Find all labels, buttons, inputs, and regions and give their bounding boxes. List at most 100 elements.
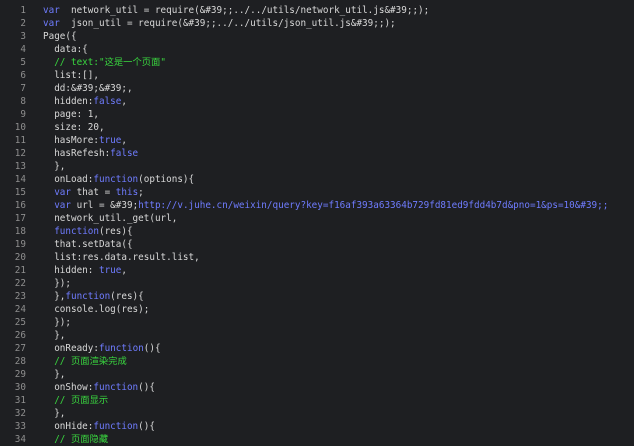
code-line[interactable]: 16 var url = &#39;http://v.juhe.cn/weixi… [0, 199, 634, 212]
code-token: // text:"这是一个页面" [43, 57, 166, 68]
code-line[interactable]: 25 }); [0, 316, 634, 329]
code-token: (options){ [138, 174, 195, 185]
line-number: 3 [20, 31, 26, 42]
line-number: 9 [20, 109, 26, 120]
code-text: Page({ [43, 30, 77, 43]
line-number: 28 [14, 356, 26, 367]
code-token: var [54, 200, 71, 211]
code-token: hidden: [43, 96, 94, 107]
code-line[interactable]: 11 hasMore:true, [0, 134, 634, 147]
code-line[interactable]: 10 size: 20, [0, 121, 634, 134]
line-number: 30 [14, 382, 26, 393]
code-text: that.setData({ [43, 238, 132, 251]
code-token: &#39; [182, 18, 211, 29]
line-number: 33 [14, 421, 26, 432]
code-token: list:[], [43, 70, 99, 81]
line-number: 15 [14, 187, 26, 198]
code-token: (){ [138, 421, 155, 432]
code-token: }, [43, 330, 66, 341]
code-line[interactable]: 2 var json_util = require(&#39;;../../uti… [0, 17, 634, 30]
code-text: onShow:function(){ [43, 381, 155, 394]
line-number: 1 [20, 5, 26, 16]
code-text: onHide:function(){ [43, 420, 155, 433]
code-token: true [98, 265, 122, 276]
code-token: // 页面隐藏 [43, 434, 109, 445]
code-token: dd:&#39;&#39;, [43, 83, 133, 94]
code-line[interactable]: 17 network_util._get(url, [0, 212, 634, 225]
code-line[interactable]: 9 page: 1, [0, 108, 634, 121]
code-token: false [110, 148, 139, 159]
code-line[interactable]: 24 console.log(res); [0, 303, 634, 316]
line-number: 19 [14, 239, 26, 250]
code-line[interactable]: 8 hidden:false, [0, 95, 634, 108]
code-line[interactable]: 19 that.setData({ [0, 238, 634, 251]
code-line[interactable]: 12 hasRefesh:false [0, 147, 634, 160]
code-token: console.log(res); [43, 304, 150, 315]
line-number: 26 [14, 330, 26, 341]
code-text: // 页面显示 [43, 394, 108, 407]
code-line[interactable]: 3 Page({ [0, 30, 634, 43]
code-token: function [93, 382, 139, 393]
code-line[interactable]: 34 // 页面隐藏 [0, 433, 634, 446]
code-token: this [115, 187, 139, 198]
code-line[interactable]: 26 }, [0, 329, 634, 342]
code-token: onShow: [43, 382, 94, 393]
code-text: onLoad:function(options){ [43, 173, 194, 186]
code-text: }, [43, 329, 65, 342]
code-token: onHide: [43, 421, 94, 432]
code-line[interactable]: 29 }, [0, 368, 634, 381]
line-number: 7 [20, 83, 26, 94]
code-line[interactable]: 30 onShow:function(){ [0, 381, 634, 394]
code-line[interactable]: 23 },function(res){ [0, 290, 634, 303]
code-text: hasMore:true, [43, 134, 127, 147]
code-line[interactable]: 20 list:res.data.result.list, [0, 251, 634, 264]
code-line[interactable]: 21 hidden: true, [0, 264, 634, 277]
code-area[interactable]: 1 var network_util = require(&#39;;../../… [0, 4, 634, 446]
code-line[interactable]: 4 data:{ [0, 43, 634, 56]
code-line[interactable]: 14 onLoad:function(options){ [0, 173, 634, 186]
code-line[interactable]: 6 list:[], [0, 69, 634, 82]
code-token: Page({ [43, 31, 77, 42]
code-text: hidden: true, [43, 264, 127, 277]
code-line[interactable]: 32 }, [0, 407, 634, 420]
code-token: list:res.data.result.list, [43, 252, 200, 263]
code-token: data:{ [43, 44, 88, 55]
line-number: 25 [14, 317, 26, 328]
code-token: network_util._get(url, [43, 213, 178, 224]
code-line[interactable]: 33 onHide:function(){ [0, 420, 634, 433]
code-line[interactable]: 7 dd:&#39;&#39;, [0, 82, 634, 95]
code-token: (){ [138, 382, 155, 393]
code-line[interactable]: 22 }); [0, 277, 634, 290]
code-text: list:res.data.result.list, [43, 251, 200, 264]
code-editor[interactable]: 1 var network_util = require(&#39;;../../… [0, 0, 634, 446]
code-text: // 页面渲染完成 [43, 355, 127, 368]
code-line[interactable]: 27 onReady:function(){ [0, 342, 634, 355]
code-line[interactable]: 13 }, [0, 160, 634, 173]
code-text: }); [43, 277, 71, 290]
code-text: var url = &#39;http://v.juhe.cn/weixin/q… [43, 199, 608, 212]
code-line[interactable]: 5 // text:"这是一个页面" [0, 56, 634, 69]
code-token: }, [43, 369, 66, 380]
code-line[interactable]: 18 function(res){ [0, 225, 634, 238]
line-number: 17 [14, 213, 26, 224]
line-number: 12 [14, 148, 26, 159]
line-number: 6 [20, 70, 26, 81]
line-number: 2 [20, 18, 26, 29]
code-token: true [98, 135, 122, 146]
code-line[interactable]: 28 // 页面渲染完成 [0, 355, 634, 368]
code-line[interactable]: 31 // 页面显示 [0, 394, 634, 407]
line-number: 34 [14, 434, 26, 445]
code-token: // 页面渲染完成 [43, 356, 127, 367]
code-token: &#39; [199, 5, 228, 16]
code-token: , [121, 135, 127, 146]
code-token: function [65, 291, 111, 302]
code-token: hasRefesh: [43, 148, 111, 159]
code-token: onLoad: [43, 174, 94, 185]
code-token: size: 20, [43, 122, 105, 133]
code-text: console.log(res); [43, 303, 149, 316]
code-token: onReady: [43, 343, 99, 354]
code-line[interactable]: 15 var that = this; [0, 186, 634, 199]
code-line[interactable]: 1 var network_util = require(&#39;;../../… [0, 4, 634, 17]
